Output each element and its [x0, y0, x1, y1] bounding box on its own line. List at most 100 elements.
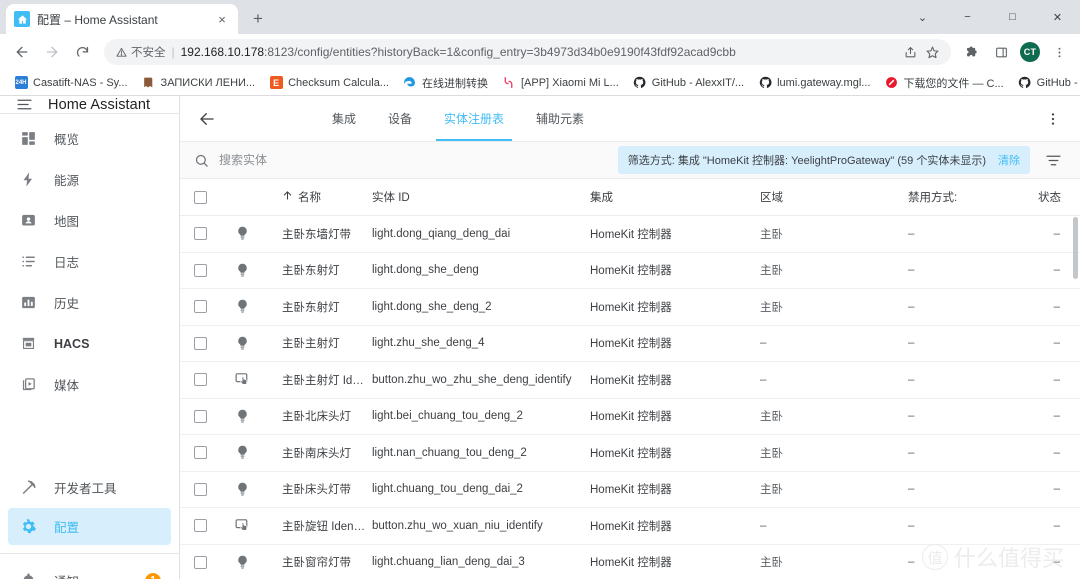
- sidebar-item-history[interactable]: 历史: [8, 284, 171, 321]
- bookmarks-bar: 24H Casatift-NAS - Sy... ЗАПИСКИ ЛЕНИ... E C…: [0, 70, 1080, 96]
- minimize-button[interactable]: −: [945, 0, 990, 34]
- row-checkbox[interactable]: [194, 373, 234, 387]
- clear-filter-button[interactable]: 清除: [998, 152, 1020, 168]
- profile-avatar[interactable]: CT: [1017, 39, 1043, 65]
- more-vertical-icon[interactable]: [1036, 102, 1070, 136]
- column-header-area[interactable]: 区域: [760, 189, 908, 205]
- media-icon: [18, 376, 38, 393]
- home-assistant-icon: [14, 11, 30, 27]
- row-checkbox[interactable]: [194, 409, 234, 423]
- column-header-integration[interactable]: 集成: [590, 189, 760, 205]
- table-row[interactable]: 主卧床头灯带 light.chuang_tou_deng_dai_2 HomeKit…: [180, 471, 1080, 508]
- select-all-checkbox[interactable]: [194, 190, 234, 204]
- bookmark-label: lumi.gateway.mgl...: [777, 76, 871, 89]
- filter-icon[interactable]: [1040, 152, 1066, 169]
- row-checkbox[interactable]: [194, 227, 234, 241]
- bookmark-item[interactable]: 下载您的文件 — C...: [877, 72, 1010, 94]
- table-scrollbar[interactable]: [1073, 217, 1078, 279]
- sidebar-item-bell[interactable]: 通知 1: [8, 562, 171, 579]
- sidebar-item-label: HACS: [54, 336, 90, 351]
- content-tabs: 集成 设备 实体注册表 辅助元素: [316, 96, 600, 141]
- sidebar-item-hacs[interactable]: HACS: [8, 325, 171, 362]
- cell-entity-id: button.zhu_wo_zhu_she_deng_identify: [372, 373, 572, 386]
- bookmark-item[interactable]: GitHub - AlexxIT/...: [626, 72, 751, 94]
- cell-name: 主卧东墙灯带: [282, 228, 351, 241]
- tab-0[interactable]: 集成: [316, 96, 372, 141]
- sidebar-item-label: 日志: [54, 256, 80, 270]
- tab-1[interactable]: 设备: [372, 96, 428, 141]
- sidebar-item-media[interactable]: 媒体: [8, 366, 171, 403]
- back-icon[interactable]: [8, 38, 36, 66]
- sidebar-items: 概览能源地图日志历史 HACS 媒体: [0, 114, 179, 405]
- table-row[interactable]: 主卧主射灯 light.zhu_she_deng_4 HomeKit 控制器 – – –: [180, 325, 1080, 362]
- bookmark-item[interactable]: GitHub - psieg/Li...: [1011, 72, 1080, 94]
- sidebar-item-hammer[interactable]: 开发者工具: [8, 469, 171, 506]
- table-row[interactable]: 主卧旋钮 Identify button.zhu_wo_xuan_niu_iden…: [180, 508, 1080, 545]
- row-checkbox[interactable]: [194, 446, 234, 460]
- table-row[interactable]: 主卧主射灯 Identi... button.zhu_wo_zhu_she_den…: [180, 362, 1080, 399]
- table-row[interactable]: 主卧南床头灯 light.nan_chuang_tou_deng_2 HomeKit…: [180, 435, 1080, 472]
- row-checkbox[interactable]: [194, 519, 234, 533]
- table-row[interactable]: 主卧东射灯 light.dong_she_deng HomeKit 控制器 主卧 – –: [180, 252, 1080, 289]
- tab-3[interactable]: 辅助元素: [520, 96, 600, 141]
- sidebar-item-map[interactable]: 地图: [8, 202, 171, 239]
- maximize-button[interactable]: □: [990, 0, 1035, 34]
- chevron-down-icon[interactable]: ⌄: [900, 0, 945, 34]
- security-warning[interactable]: 不安全: [116, 44, 166, 60]
- forward-icon[interactable]: [38, 38, 66, 66]
- sidebar-item-dashboard[interactable]: 概览: [8, 120, 171, 157]
- cell-area: –: [760, 519, 767, 532]
- bookmark-label: GitHub - psieg/Li...: [1036, 76, 1080, 89]
- search-input[interactable]: [219, 153, 608, 167]
- reload-icon[interactable]: [68, 38, 96, 66]
- address-bar[interactable]: 不安全 | 192.168.10.178:8123/config/entitie…: [104, 39, 951, 65]
- extensions-puzzle-icon[interactable]: [959, 39, 985, 65]
- sidepanel-icon[interactable]: [988, 39, 1014, 65]
- sidebar-item-logbook[interactable]: 日志: [8, 243, 171, 280]
- share-icon[interactable]: [904, 46, 917, 59]
- table-row[interactable]: 主卧北床头灯 light.bei_chuang_tou_deng_2 HomeKit…: [180, 398, 1080, 435]
- column-header-status[interactable]: 状态: [1038, 189, 1061, 205]
- window-close-button[interactable]: ✕: [1035, 0, 1080, 34]
- row-checkbox[interactable]: [194, 263, 234, 277]
- bookmark-item[interactable]: 在线进制转换: [396, 72, 495, 94]
- lightbulb-icon: [234, 554, 282, 571]
- tab-2[interactable]: 实体注册表: [428, 96, 520, 141]
- browser-tab[interactable]: 配置 – Home Assistant ×: [6, 4, 238, 34]
- bookmark-label: 在线进制转换: [421, 77, 488, 90]
- arrow-left-icon[interactable]: [190, 102, 224, 136]
- table-row[interactable]: 主卧东墙灯带 light.dong_qiang_deng_dai HomeKit 控…: [180, 216, 1080, 253]
- bookmark-item[interactable]: ЗАПИСКИ ЛЕНИ...: [135, 72, 263, 94]
- button-press-icon: [234, 517, 282, 534]
- bookmark-item[interactable]: 24H Casatift-NAS - Sy...: [7, 72, 135, 94]
- table-row[interactable]: 主卧窗帘灯带 light.chuang_lian_deng_dai_3 HomeKi…: [180, 544, 1080, 579]
- sidebar-item-label: 概览: [54, 133, 80, 147]
- bookmark-star-icon[interactable]: [926, 46, 939, 59]
- column-header-disabled-by[interactable]: 禁用方式:: [908, 189, 1038, 205]
- bookmark-item[interactable]: E Checksum Calcula...: [262, 72, 396, 94]
- tab-title: 配置 – Home Assistant: [37, 12, 158, 27]
- row-checkbox[interactable]: [194, 336, 234, 350]
- sidebar-header: Home Assistant: [0, 96, 179, 114]
- cell-entity-id: light.dong_she_deng: [372, 264, 479, 277]
- row-checkbox[interactable]: [194, 482, 234, 496]
- cell-area: –: [760, 337, 767, 350]
- new-tab-button[interactable]: +: [244, 5, 272, 33]
- sidebar-item-lightning[interactable]: 能源: [8, 161, 171, 198]
- table-row[interactable]: 主卧东射灯 light.dong_she_deng_2 HomeKit 控制器 主卧 –…: [180, 289, 1080, 326]
- more-vertical-icon[interactable]: [1046, 39, 1072, 65]
- column-header-name[interactable]: 名称: [282, 189, 372, 205]
- bookmark-item[interactable]: lumi.gateway.mgl...: [751, 72, 877, 94]
- hamburger-icon[interactable]: [14, 96, 34, 113]
- cell-name: 主卧主射灯 Identi...: [282, 374, 372, 387]
- avatar-initials: CT: [1020, 42, 1040, 62]
- browser-toolbar: 不安全 | 192.168.10.178:8123/config/entitie…: [0, 34, 1080, 70]
- bookmark-item[interactable]: [APP] Xiaomi Mi L...: [495, 72, 626, 94]
- sidebar-item-gear[interactable]: 配置: [8, 508, 171, 545]
- browser-window: 配置 – Home Assistant × + ⌄ − □ ✕ 不安全 | 19…: [0, 0, 1080, 579]
- close-icon[interactable]: ×: [214, 11, 230, 27]
- row-checkbox[interactable]: [194, 300, 234, 314]
- column-header-entity-id[interactable]: 实体 ID: [372, 189, 590, 205]
- row-checkbox[interactable]: [194, 555, 234, 569]
- cell-disabled-by: –: [908, 300, 915, 313]
